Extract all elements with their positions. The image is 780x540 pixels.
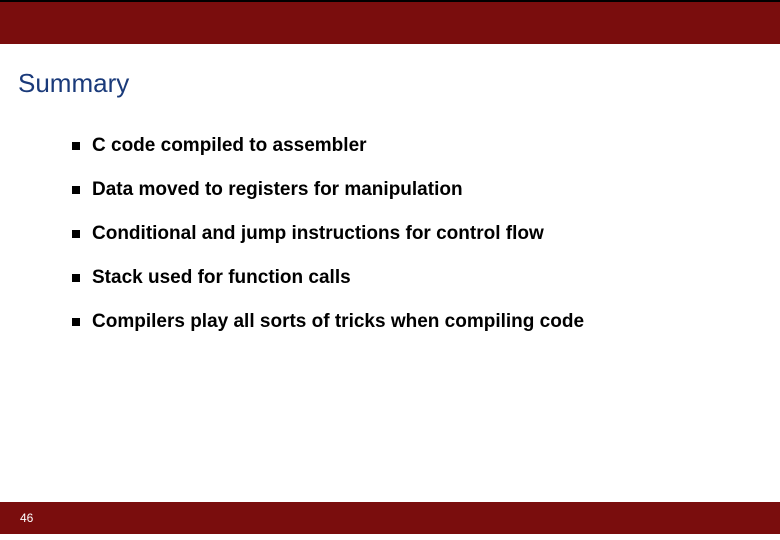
- bullet-icon: [72, 230, 80, 238]
- slide-title: Summary: [18, 68, 762, 99]
- bullet-text: Conditional and jump instructions for co…: [92, 223, 544, 245]
- bullet-icon: [72, 274, 80, 282]
- header-bar: [0, 0, 780, 44]
- list-item: Stack used for function calls: [72, 267, 762, 289]
- bullet-text: C code compiled to assembler: [92, 135, 367, 157]
- slide-content: Summary C code compiled to assembler Dat…: [0, 44, 780, 333]
- bullet-text: Data moved to registers for manipulation: [92, 179, 463, 201]
- footer-bar: 46: [0, 502, 780, 534]
- bullet-list: C code compiled to assembler Data moved …: [18, 135, 762, 333]
- bullet-text: Compilers play all sorts of tricks when …: [92, 311, 584, 333]
- list-item: Compilers play all sorts of tricks when …: [72, 311, 762, 333]
- page-number: 46: [20, 511, 33, 525]
- list-item: Data moved to registers for manipulation: [72, 179, 762, 201]
- bullet-text: Stack used for function calls: [92, 267, 351, 289]
- bullet-icon: [72, 186, 80, 194]
- list-item: Conditional and jump instructions for co…: [72, 223, 762, 245]
- bullet-icon: [72, 318, 80, 326]
- list-item: C code compiled to assembler: [72, 135, 762, 157]
- bullet-icon: [72, 142, 80, 150]
